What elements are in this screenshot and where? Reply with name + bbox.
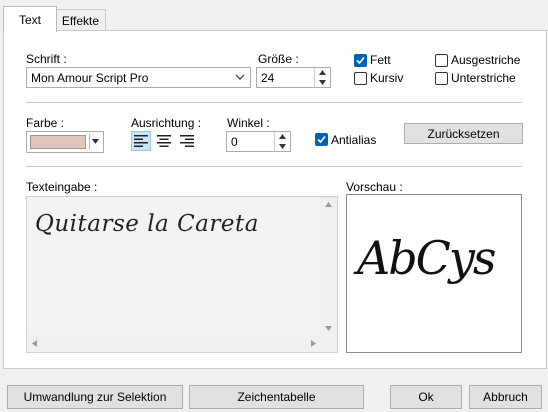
preview-label: Vorschau : [346, 180, 403, 194]
checkmark-icon [317, 135, 326, 144]
italic-label: Kursiv [370, 71, 404, 85]
strikethrough-label: Ausgestriche [451, 53, 521, 67]
angle-stepper-buttons [274, 132, 290, 151]
angle-increase-button[interactable] [275, 132, 290, 142]
tab-text-label: Text [18, 12, 41, 27]
bold-checkbox[interactable] [354, 54, 367, 67]
convert-to-selection-button[interactable]: Umwandlung zur Selektion [7, 385, 183, 409]
font-select-value: Mon Amour Script Pro [31, 71, 149, 85]
antialias-checkbox[interactable] [315, 133, 328, 146]
text-input-label: Texteingabe : [26, 180, 98, 194]
arrow-down-icon [279, 143, 286, 149]
divider [26, 166, 522, 167]
tab-effekte[interactable]: Effekte [55, 9, 106, 31]
checkmark-icon [356, 56, 365, 65]
angle-value: 0 [231, 135, 238, 149]
align-center-icon [157, 135, 171, 147]
align-right-button[interactable] [177, 131, 197, 151]
size-stepper-buttons [314, 68, 330, 87]
arrow-up-icon [279, 134, 286, 140]
angle-label: Winkel : [227, 116, 270, 130]
alignment-label: Ausrichtung : [131, 116, 202, 130]
size-decrease-button[interactable] [315, 78, 330, 88]
align-left-icon [134, 135, 148, 147]
align-center-button[interactable] [154, 131, 174, 151]
chevron-down-icon [235, 74, 245, 80]
bold-label: Fett [370, 53, 391, 67]
size-stepper[interactable]: 24 [256, 67, 331, 88]
size-label: Größe : [258, 52, 299, 66]
tab-bar: Text Effekte [0, 0, 548, 32]
scrollbar-corner [320, 335, 337, 352]
align-right-icon [180, 135, 194, 147]
scroll-up-icon[interactable] [325, 202, 332, 207]
text-input-content[interactable]: Quitarse la Careta [27, 197, 321, 336]
font-select[interactable]: Mon Amour Script Pro [26, 67, 251, 88]
underline-checkbox[interactable] [435, 72, 448, 85]
scroll-down-icon[interactable] [325, 326, 332, 331]
charmap-button-label: Zeichentabelle [237, 390, 316, 404]
size-increase-button[interactable] [315, 68, 330, 78]
dropdown-arrow-icon [92, 139, 99, 144]
ok-button[interactable]: Ok [390, 385, 462, 409]
ok-button-label: Ok [418, 390, 434, 404]
preview-sample: AbCys [357, 231, 496, 285]
tab-effekte-label: Effekte [61, 13, 100, 28]
arrow-up-icon [319, 70, 326, 76]
reset-button-label: Zurücksetzen [427, 126, 500, 141]
antialias-label: Antialias [331, 133, 377, 147]
preview-box: AbCys [346, 194, 522, 353]
underline-label: Unterstriche [451, 71, 516, 85]
color-picker[interactable] [26, 131, 104, 153]
character-map-button[interactable]: Zeichentabelle [189, 385, 364, 409]
arrow-down-icon [319, 79, 326, 85]
italic-checkbox[interactable] [354, 72, 367, 85]
scroll-right-icon[interactable] [311, 340, 316, 347]
angle-decrease-button[interactable] [275, 142, 290, 152]
reset-button[interactable]: Zurücksetzen [404, 123, 523, 144]
angle-stepper[interactable]: 0 [226, 131, 291, 152]
text-input-area[interactable]: Quitarse la Careta [26, 196, 338, 353]
divider [26, 102, 522, 103]
text-input-value: Quitarse la Careta [35, 211, 259, 237]
convert-button-label: Umwandlung zur Selektion [23, 390, 167, 404]
strikethrough-checkbox[interactable] [435, 54, 448, 67]
align-left-button[interactable] [131, 131, 151, 151]
cancel-button-label: Abbruch [483, 390, 528, 404]
horizontal-scrollbar[interactable] [27, 335, 321, 352]
cancel-button[interactable]: Abbruch [469, 385, 542, 409]
font-label: Schrift : [26, 52, 67, 66]
vertical-scrollbar[interactable] [320, 197, 337, 336]
scroll-left-icon[interactable] [32, 340, 37, 347]
size-value: 24 [261, 71, 275, 85]
color-swatch [30, 135, 86, 149]
tab-text[interactable]: Text [3, 6, 57, 32]
color-label: Farbe : [26, 116, 65, 130]
